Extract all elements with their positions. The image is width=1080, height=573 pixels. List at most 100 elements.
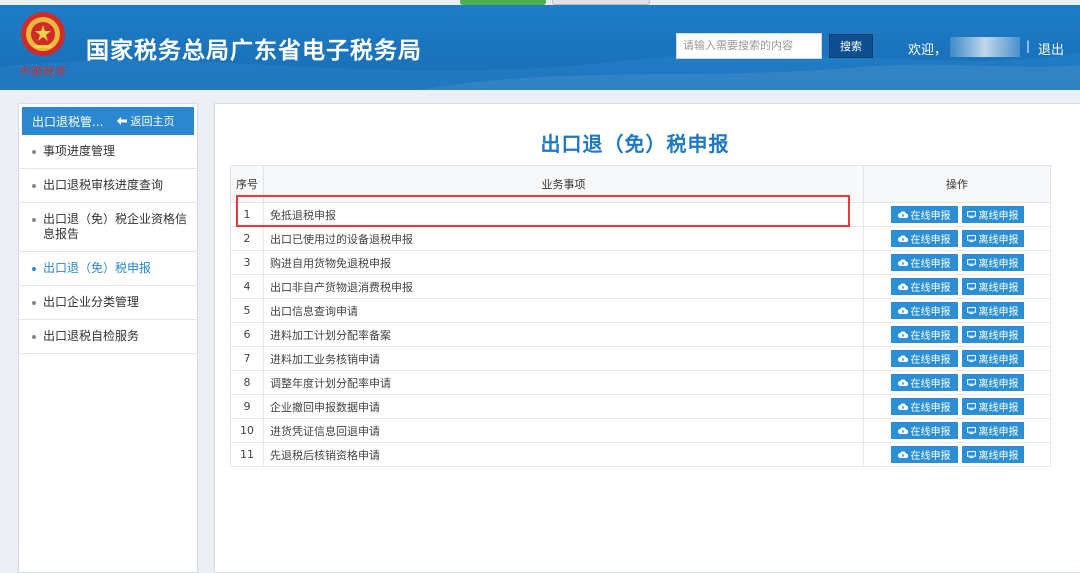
sidebar-item-self-check[interactable]: 出口退税自检服务 — [19, 320, 197, 354]
offline-declare-label: 离线申报 — [978, 235, 1019, 246]
online-declare-label: 在线申报 — [910, 259, 951, 270]
online-declare-label: 在线申报 — [910, 307, 951, 318]
welcome-text: 欢迎， — [908, 43, 948, 58]
online-declare-button[interactable]: 在线申报 — [890, 446, 958, 463]
sidebar-item-audit-query[interactable]: 出口退税审核进度查询 — [19, 169, 197, 203]
search-input[interactable]: 请输入需要搜索的内容 — [676, 33, 822, 59]
table-header-row: 序号 业务事项 操作 — [230, 165, 1051, 203]
column-header-no: 序号 — [230, 165, 264, 203]
online-declare-button[interactable]: 在线申报 — [890, 230, 958, 247]
online-declare-button[interactable]: 在线申报 — [890, 374, 958, 391]
row-number: 8 — [230, 370, 264, 395]
table-row: 9 企业撤回申报数据申请 在线申报 离线申报 — [230, 394, 1051, 419]
row-actions: 在线申报 离线申报 — [863, 322, 1051, 347]
online-declare-label: 在线申报 — [910, 355, 951, 366]
cloud-upload-icon — [897, 331, 908, 338]
online-declare-button[interactable]: 在线申报 — [890, 254, 958, 271]
cloud-upload-icon — [897, 427, 908, 434]
back-home-label: 返回主页 — [130, 115, 175, 128]
online-declare-button[interactable]: 在线申报 — [890, 350, 958, 367]
table-row: 8 调整年度计划分配率申请 在线申报 离线申报 — [230, 370, 1051, 395]
monitor-icon — [966, 427, 976, 434]
username-redacted — [950, 37, 1020, 57]
logout-link[interactable]: 退出 — [1038, 39, 1064, 58]
offline-declare-button[interactable]: 离线申报 — [961, 326, 1024, 343]
cloud-upload-icon — [897, 403, 908, 410]
row-number: 6 — [230, 322, 264, 347]
offline-declare-button[interactable]: 离线申报 — [961, 278, 1024, 295]
monitor-icon — [966, 331, 976, 338]
sidebar-header-title: 出口退税管... — [32, 114, 104, 129]
online-declare-label: 在线申报 — [910, 427, 951, 438]
row-actions: 在线申报 离线申报 — [863, 274, 1051, 299]
online-declare-label: 在线申报 — [910, 403, 951, 414]
cloud-upload-icon — [897, 235, 908, 242]
row-actions: 在线申报 离线申报 — [863, 202, 1051, 227]
row-item: 进料加工计划分配率备案 — [263, 322, 864, 347]
offline-declare-label: 离线申报 — [978, 355, 1019, 366]
table-row: 3 购进自用货物免退税申报 在线申报 离线申报 — [230, 250, 1051, 275]
site-header: 中国税务 国家税务总局广东省电子税务局 请输入需要搜索的内容 搜索 欢迎， | … — [0, 5, 1080, 90]
offline-declare-button[interactable]: 离线申报 — [961, 422, 1024, 439]
row-item: 调整年度计划分配率申请 — [263, 370, 864, 395]
row-actions: 在线申报 离线申报 — [863, 442, 1051, 467]
offline-declare-button[interactable]: 离线申报 — [961, 230, 1024, 247]
logo-text: 中国税务 — [18, 65, 66, 78]
row-number: 3 — [230, 250, 264, 275]
offline-declare-label: 离线申报 — [978, 403, 1019, 414]
row-number: 9 — [230, 394, 264, 419]
online-declare-button[interactable]: 在线申报 — [890, 302, 958, 319]
row-item: 进货凭证信息回退申请 — [263, 418, 864, 443]
row-actions: 在线申报 离线申报 — [863, 394, 1051, 419]
tax-emblem-icon — [21, 12, 65, 56]
online-declare-button[interactable]: 在线申报 — [890, 206, 958, 223]
offline-declare-label: 离线申报 — [978, 427, 1019, 438]
cloud-upload-icon — [897, 451, 908, 458]
online-declare-button[interactable]: 在线申报 — [890, 422, 958, 439]
table-row: 5 出口信息查询申请 在线申报 离线申报 — [230, 298, 1051, 323]
table-row: 7 进料加工业务核销申请 在线申报 离线申报 — [230, 346, 1051, 371]
row-actions: 在线申报 离线申报 — [863, 250, 1051, 275]
cloud-upload-icon — [897, 259, 908, 266]
back-arrow-icon — [117, 117, 128, 125]
offline-declare-button[interactable]: 离线申报 — [961, 206, 1024, 223]
row-item: 购进自用货物免退税申报 — [263, 250, 864, 275]
sidebar-item-declaration[interactable]: 出口退（免）税申报 — [19, 252, 197, 286]
offline-declare-button[interactable]: 离线申报 — [961, 350, 1024, 367]
monitor-icon — [966, 403, 976, 410]
online-declare-button[interactable]: 在线申报 — [890, 278, 958, 295]
row-number: 5 — [230, 298, 264, 323]
row-item: 出口信息查询申请 — [263, 298, 864, 323]
sidebar-item-qualification[interactable]: 出口退（免）税企业资格信息报告 — [19, 203, 197, 252]
cloud-upload-icon — [897, 307, 908, 314]
row-item: 出口已使用过的设备退税申报 — [263, 226, 864, 251]
offline-declare-label: 离线申报 — [978, 211, 1019, 222]
monitor-icon — [966, 283, 976, 290]
row-item: 企业撤回申报数据申请 — [263, 394, 864, 419]
offline-declare-button[interactable]: 离线申报 — [961, 398, 1024, 415]
offline-declare-label: 离线申报 — [978, 283, 1019, 294]
offline-declare-button[interactable]: 离线申报 — [961, 302, 1024, 319]
row-number: 4 — [230, 274, 264, 299]
back-home-button[interactable]: 返回主页 — [117, 113, 174, 129]
search-button[interactable]: 搜索 — [829, 34, 873, 58]
online-declare-label: 在线申报 — [910, 379, 951, 390]
row-item: 进料加工业务核销申请 — [263, 346, 864, 371]
row-item: 先退税后核销资格申请 — [263, 442, 864, 467]
monitor-icon — [966, 451, 976, 458]
table-row: 1 免抵退税申报 在线申报 离线申报 — [230, 202, 1051, 227]
sidebar-item-classification[interactable]: 出口企业分类管理 — [19, 286, 197, 320]
online-declare-button[interactable]: 在线申报 — [890, 398, 958, 415]
row-actions: 在线申报 离线申报 — [863, 226, 1051, 251]
header-separator: | — [1026, 39, 1031, 53]
offline-declare-button[interactable]: 离线申报 — [961, 374, 1024, 391]
offline-declare-button[interactable]: 离线申报 — [961, 446, 1024, 463]
row-actions: 在线申报 离线申报 — [863, 370, 1051, 395]
online-declare-button[interactable]: 在线申报 — [890, 326, 958, 343]
table-row: 10 进货凭证信息回退申请 在线申报 离线申报 — [230, 418, 1051, 443]
online-declare-label: 在线申报 — [910, 331, 951, 342]
row-actions: 在线申报 离线申报 — [863, 346, 1051, 371]
sidebar-item-progress[interactable]: 事项进度管理 — [19, 138, 197, 169]
cloud-upload-icon — [897, 355, 908, 362]
offline-declare-button[interactable]: 离线申报 — [961, 254, 1024, 271]
